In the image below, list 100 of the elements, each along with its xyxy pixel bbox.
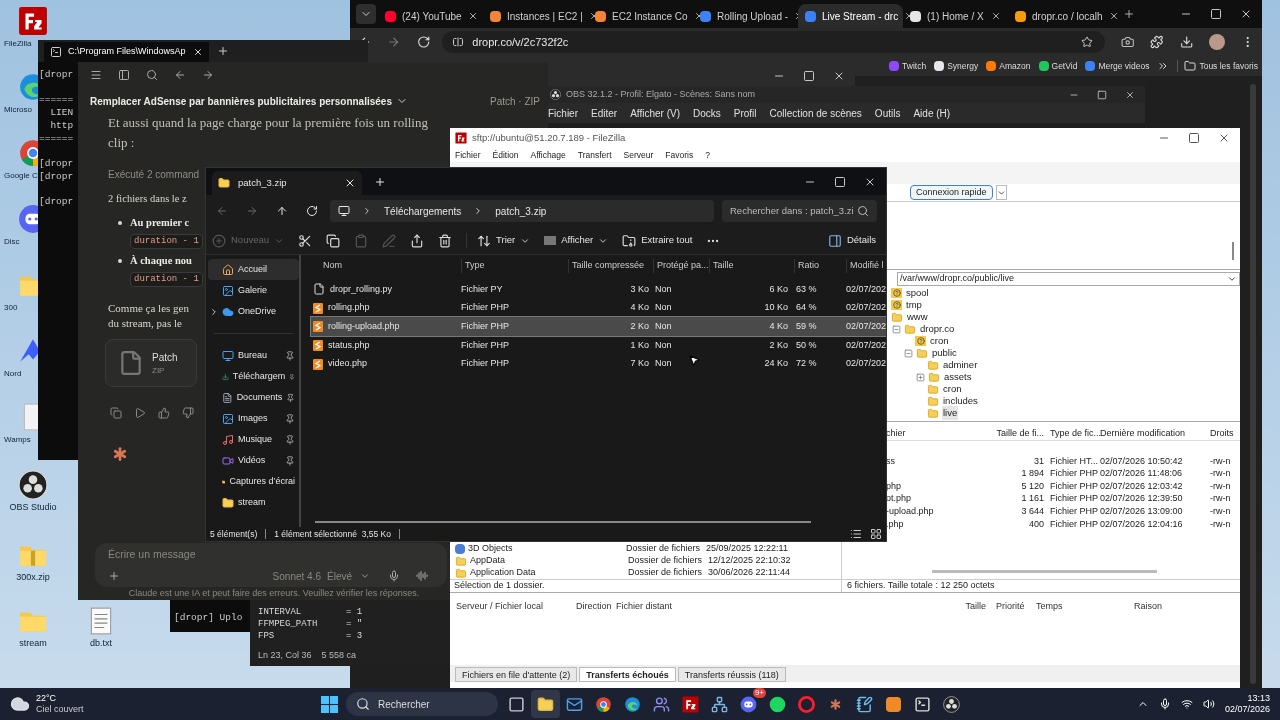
menu-item[interactable]: Profil — [733, 105, 757, 121]
column-header[interactable]: Taille — [960, 600, 986, 614]
reload-icon[interactable] — [416, 35, 431, 49]
refresh-icon[interactable] — [306, 205, 318, 217]
microphone-icon[interactable] — [388, 570, 400, 583]
toolbar-button[interactable]: Trier — [466, 233, 531, 248]
desktop-icon-label[interactable]: Google C — [4, 170, 38, 181]
menu-item[interactable]: Afficher (V) — [630, 105, 680, 121]
window-tab[interactable]: patch_3.zip — [212, 171, 362, 195]
column-header[interactable]: chier — [886, 426, 996, 441]
sublime-icon[interactable] — [886, 696, 901, 712]
sidebar-item[interactable]: Téléchargem — [208, 366, 299, 387]
maximize-icon[interactable] — [1188, 132, 1200, 144]
sidebar-item[interactable]: Vidéos — [208, 450, 299, 471]
toolbar-button[interactable]: Afficher — [544, 233, 609, 248]
sidebar-item[interactable]: Captures d’écrai — [208, 471, 299, 492]
close-icon[interactable] — [467, 11, 478, 21]
menu-item[interactable]: Favoris — [665, 148, 694, 162]
column-header[interactable]: Modifié l — [846, 259, 886, 273]
file-row[interactable]: rolling-upload.php Fichier PHP 2 Ko Non 4 Ko 59 % 02/07/202 — [311, 317, 886, 337]
search-icon[interactable] — [146, 69, 158, 81]
sidebar-item[interactable]: Musique — [208, 429, 299, 450]
desktop-icon-label[interactable]: stream — [19, 638, 47, 649]
close-icon[interactable] — [1218, 132, 1230, 144]
thumbs-up-icon[interactable] — [158, 407, 170, 420]
expand-icon[interactable] — [916, 372, 925, 382]
menu-item[interactable]: ? — [705, 148, 710, 162]
sidebar-item[interactable]: Galerie — [208, 280, 299, 301]
bookmark-folder[interactable]: Tous les favoris — [1177, 59, 1258, 73]
voice-icon[interactable] — [416, 570, 428, 583]
desktop-icon-label[interactable]: OBS Studio — [9, 502, 57, 513]
menu-icon[interactable] — [90, 69, 102, 81]
column-header[interactable]: Taille de fi... — [996, 426, 1044, 441]
menu-item[interactable]: Aide (H) — [913, 105, 951, 121]
volume-icon[interactable] — [1202, 698, 1215, 710]
close-icon[interactable] — [1108, 11, 1119, 21]
thumbs-down-icon[interactable] — [182, 407, 194, 420]
queue-tab[interactable]: Transferts réussis (118) — [677, 667, 786, 682]
column-header[interactable]: Priorité — [996, 600, 1036, 614]
notepad-icon[interactable] — [856, 695, 873, 713]
new-tab-icon[interactable] — [217, 45, 229, 57]
sidebar-item[interactable]: Accueil — [208, 259, 299, 280]
close-icon[interactable] — [1125, 89, 1135, 100]
desktop-icon-label[interactable]: Wamps — [4, 434, 31, 445]
bookmark[interactable]: Amazon — [986, 59, 1031, 73]
toolbar-button[interactable]: Extraire tout — [622, 233, 693, 248]
column-header[interactable]: Type — [461, 259, 568, 273]
sidebar-item[interactable]: OneDrive — [208, 301, 299, 322]
cut-icon[interactable] — [298, 233, 313, 248]
sidebar-item[interactable]: stream — [208, 492, 299, 513]
taskbar-app[interactable]: 9+ — [734, 690, 763, 718]
menu-item[interactable]: Édition — [492, 148, 519, 162]
share-icon[interactable] — [410, 233, 425, 248]
extensions-icon[interactable] — [1150, 35, 1164, 49]
desktop-icon-label[interactable]: db.txt — [90, 638, 112, 649]
column-header[interactable]: Fichier distant — [616, 600, 960, 614]
file-row[interactable]: status.php Fichier PHP 1 Ko Non 2 Ko 50 % 02/07/202 — [311, 336, 886, 355]
clock[interactable]: 13:13 02/07/2026 — [1224, 693, 1270, 715]
column-header[interactable]: Taille — [709, 259, 794, 273]
forward-icon[interactable] — [202, 69, 214, 81]
computer-icon[interactable] — [338, 205, 350, 217]
bookmark[interactable]: GetVid — [1038, 59, 1078, 73]
download-icon[interactable] — [1179, 35, 1194, 49]
add-icon[interactable] — [108, 570, 120, 583]
wifi-icon[interactable] — [1180, 698, 1193, 710]
file-name[interactable]: 3D Objects — [468, 542, 623, 556]
back-icon[interactable] — [174, 69, 186, 81]
file-name[interactable]: AppData — [470, 554, 625, 568]
copy-icon[interactable] — [326, 233, 341, 248]
desktop-icon-label[interactable]: 300 — [4, 302, 18, 313]
menu-item[interactable]: Outils — [874, 105, 901, 121]
attachment-card[interactable]: Patch ZIP — [105, 339, 197, 388]
profile-avatar[interactable] — [1209, 34, 1225, 50]
tree-item[interactable]: live — [942, 405, 959, 421]
people-icon[interactable] — [653, 695, 670, 713]
close-icon[interactable] — [193, 47, 203, 57]
desktop-icon-label[interactable]: 300x.zip — [16, 572, 50, 583]
close-icon[interactable] — [344, 177, 356, 189]
address-bar[interactable]: dropr.co/v/2c732f2c — [442, 31, 1105, 53]
details-view-icon[interactable] — [850, 528, 862, 540]
delete-icon[interactable] — [438, 233, 453, 248]
column-header[interactable]: Serveur / Fichier local — [456, 600, 576, 614]
file-row[interactable]: rolling.php Fichier PHP 4 Ko Non 10 Ko 64 % 02/07/202 — [311, 298, 886, 318]
search-field[interactable]: Rechercher dans : patch_3.zi — [722, 200, 877, 222]
up-icon[interactable] — [276, 205, 288, 217]
folder-icon[interactable] — [537, 695, 554, 713]
new-tab-icon[interactable] — [374, 175, 386, 188]
column-header[interactable]: Taille compressée — [568, 259, 653, 273]
column-header[interactable]: Raison — [1134, 600, 1194, 614]
file-row[interactable]: video.php Fichier PHP 7 Ko Non 24 Ko 72 % 02/07/202 — [311, 354, 886, 374]
weather-icon[interactable] — [10, 694, 30, 714]
file-name[interactable]: .php — [886, 517, 996, 531]
menu-item[interactable]: Fichier — [455, 148, 481, 162]
browser-tab[interactable]: dropr.co / localh — [1008, 4, 1113, 28]
desktop-icon-label[interactable]: Disc — [4, 236, 20, 247]
opera-icon[interactable] — [798, 695, 815, 713]
quickconnect-button[interactable]: Connexion rapide — [910, 185, 993, 200]
menu-item[interactable]: Serveur — [623, 148, 654, 162]
sidebar-item[interactable]: Images — [208, 408, 299, 429]
tool-summary[interactable]: Exécuté 2 command — [108, 167, 200, 182]
